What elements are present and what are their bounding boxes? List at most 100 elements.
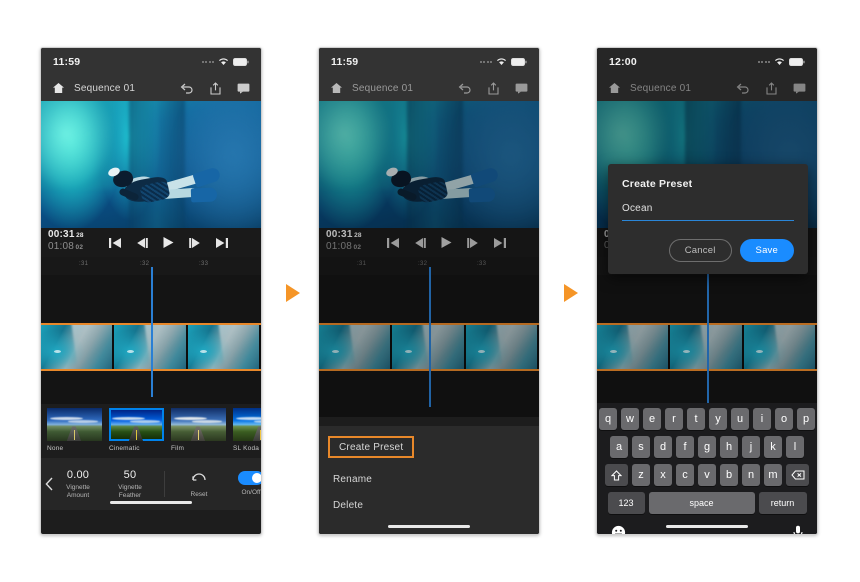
comment-icon[interactable] (237, 83, 250, 94)
playhead[interactable] (429, 267, 431, 407)
preset-name-input[interactable]: Ocean (622, 203, 794, 221)
menu-item-create-preset[interactable]: Create Preset (328, 436, 415, 458)
play-icon[interactable] (162, 236, 175, 249)
timeline[interactable]: :31 :32 :33 (319, 257, 539, 417)
undo-icon[interactable] (180, 82, 194, 94)
transport-bar: 00:31 28 01:08 02 (41, 228, 261, 257)
key-t[interactable]: t (687, 408, 705, 430)
key-v[interactable]: v (698, 464, 716, 486)
key-g[interactable]: g (698, 436, 716, 458)
save-button[interactable]: Save (739, 239, 794, 262)
chevron-left-icon[interactable] (45, 477, 54, 491)
flow-arrow-2 (563, 283, 579, 303)
key-u[interactable]: u (731, 408, 749, 430)
step-back-icon[interactable] (136, 237, 148, 249)
timeline-clip[interactable] (41, 325, 115, 369)
video-preview[interactable] (41, 101, 261, 228)
share-icon[interactable] (210, 81, 221, 95)
play-icon[interactable] (440, 236, 453, 249)
preset-item-none[interactable]: None (47, 408, 102, 458)
timeline-clip[interactable] (743, 325, 817, 369)
key-m[interactable]: m (764, 464, 782, 486)
key-y[interactable]: y (709, 408, 727, 430)
key-n[interactable]: n (742, 464, 760, 486)
ruler-tick: :33 (199, 261, 209, 267)
key-a[interactable]: a (610, 436, 628, 458)
microphone-icon[interactable] (793, 525, 803, 535)
timeline-clip[interactable] (319, 325, 393, 369)
key-s[interactable]: s (632, 436, 650, 458)
timeline[interactable]: :31 :32 :33 (41, 257, 261, 404)
param-vignette-amount[interactable]: 0.00 Vignette Amount (58, 469, 98, 500)
share-icon[interactable] (488, 81, 499, 95)
key-i[interactable]: i (753, 408, 771, 430)
step-back-icon[interactable] (414, 237, 426, 249)
key-numbers[interactable]: 123 (607, 492, 645, 514)
share-icon[interactable] (766, 81, 777, 95)
key-b[interactable]: b (720, 464, 738, 486)
menu-item-rename[interactable]: Rename (333, 466, 539, 492)
key-f[interactable]: f (676, 436, 694, 458)
menu-item-delete[interactable]: Delete (333, 492, 539, 518)
undo-icon[interactable] (736, 82, 750, 94)
reset-button[interactable]: Reset (179, 469, 219, 499)
preset-item-film[interactable]: Film (171, 408, 226, 458)
video-preview[interactable] (319, 101, 539, 228)
key-q[interactable]: q (599, 408, 617, 430)
emoji-icon[interactable] (611, 525, 626, 535)
key-k[interactable]: k (764, 436, 782, 458)
playhead[interactable] (151, 267, 153, 397)
step-forward-icon[interactable] (466, 237, 479, 249)
shift-icon[interactable] (605, 464, 628, 486)
key-c[interactable]: c (676, 464, 694, 486)
onscreen-keyboard[interactable]: q w e r t y u i o p a s d f g h j k l z … (597, 403, 817, 534)
param-value: 50 (123, 468, 137, 481)
key-return[interactable]: return (758, 492, 807, 514)
parameter-bar: 0.00 Vignette Amount 50 Vignette Feather R… (41, 458, 261, 510)
preset-thumbnail (47, 408, 102, 441)
key-j[interactable]: j (742, 436, 760, 458)
home-icon[interactable] (608, 82, 621, 94)
context-menu[interactable]: Create Preset Rename Delete (319, 426, 539, 534)
phone-3: 12:00 Sequence 01 Create Preset Ocean Ca… (596, 47, 818, 535)
comment-icon[interactable] (515, 83, 528, 94)
param-vignette-feather[interactable]: 50 Vignette Feather (110, 469, 150, 500)
timecode-total: 01:08 02 (48, 241, 84, 252)
key-z[interactable]: z (632, 464, 650, 486)
key-d[interactable]: d (654, 436, 672, 458)
cancel-button[interactable]: Cancel (668, 239, 732, 262)
timeline-clip[interactable] (187, 325, 261, 369)
timeline[interactable] (597, 257, 817, 417)
preset-item-sl-kodachrome[interactable]: SL Koda (233, 408, 261, 458)
playhead[interactable] (707, 267, 709, 412)
key-p[interactable]: p (797, 408, 815, 430)
menu-item-label: Rename (333, 473, 372, 485)
key-e[interactable]: e (643, 408, 661, 430)
preset-strip[interactable]: None Cinematic Film SL Koda (41, 404, 261, 458)
undo-icon[interactable] (458, 82, 472, 94)
onoff-toggle[interactable]: On/Off (231, 471, 261, 497)
timeline-clip[interactable] (597, 325, 671, 369)
skip-start-icon[interactable] (386, 237, 400, 249)
key-l[interactable]: l (786, 436, 804, 458)
preset-item-cinematic[interactable]: Cinematic (109, 408, 164, 458)
skip-end-icon[interactable] (215, 237, 228, 249)
comment-icon[interactable] (793, 83, 806, 94)
key-space[interactable]: space (648, 492, 755, 514)
step-forward-icon[interactable] (188, 237, 201, 249)
toggle-switch[interactable] (238, 471, 261, 485)
key-h[interactable]: h (720, 436, 738, 458)
divider (164, 471, 165, 497)
key-w[interactable]: w (621, 408, 639, 430)
dialog-actions: Cancel Save (622, 239, 794, 262)
key-x[interactable]: x (654, 464, 672, 486)
backspace-icon[interactable] (786, 464, 809, 486)
timeline-clip[interactable] (465, 325, 539, 369)
status-bar: 12:00 (597, 48, 817, 75)
key-o[interactable]: o (775, 408, 793, 430)
skip-end-icon[interactable] (493, 237, 506, 249)
skip-start-icon[interactable] (108, 237, 122, 249)
key-r[interactable]: r (665, 408, 683, 430)
home-icon[interactable] (52, 82, 65, 94)
home-icon[interactable] (330, 82, 343, 94)
